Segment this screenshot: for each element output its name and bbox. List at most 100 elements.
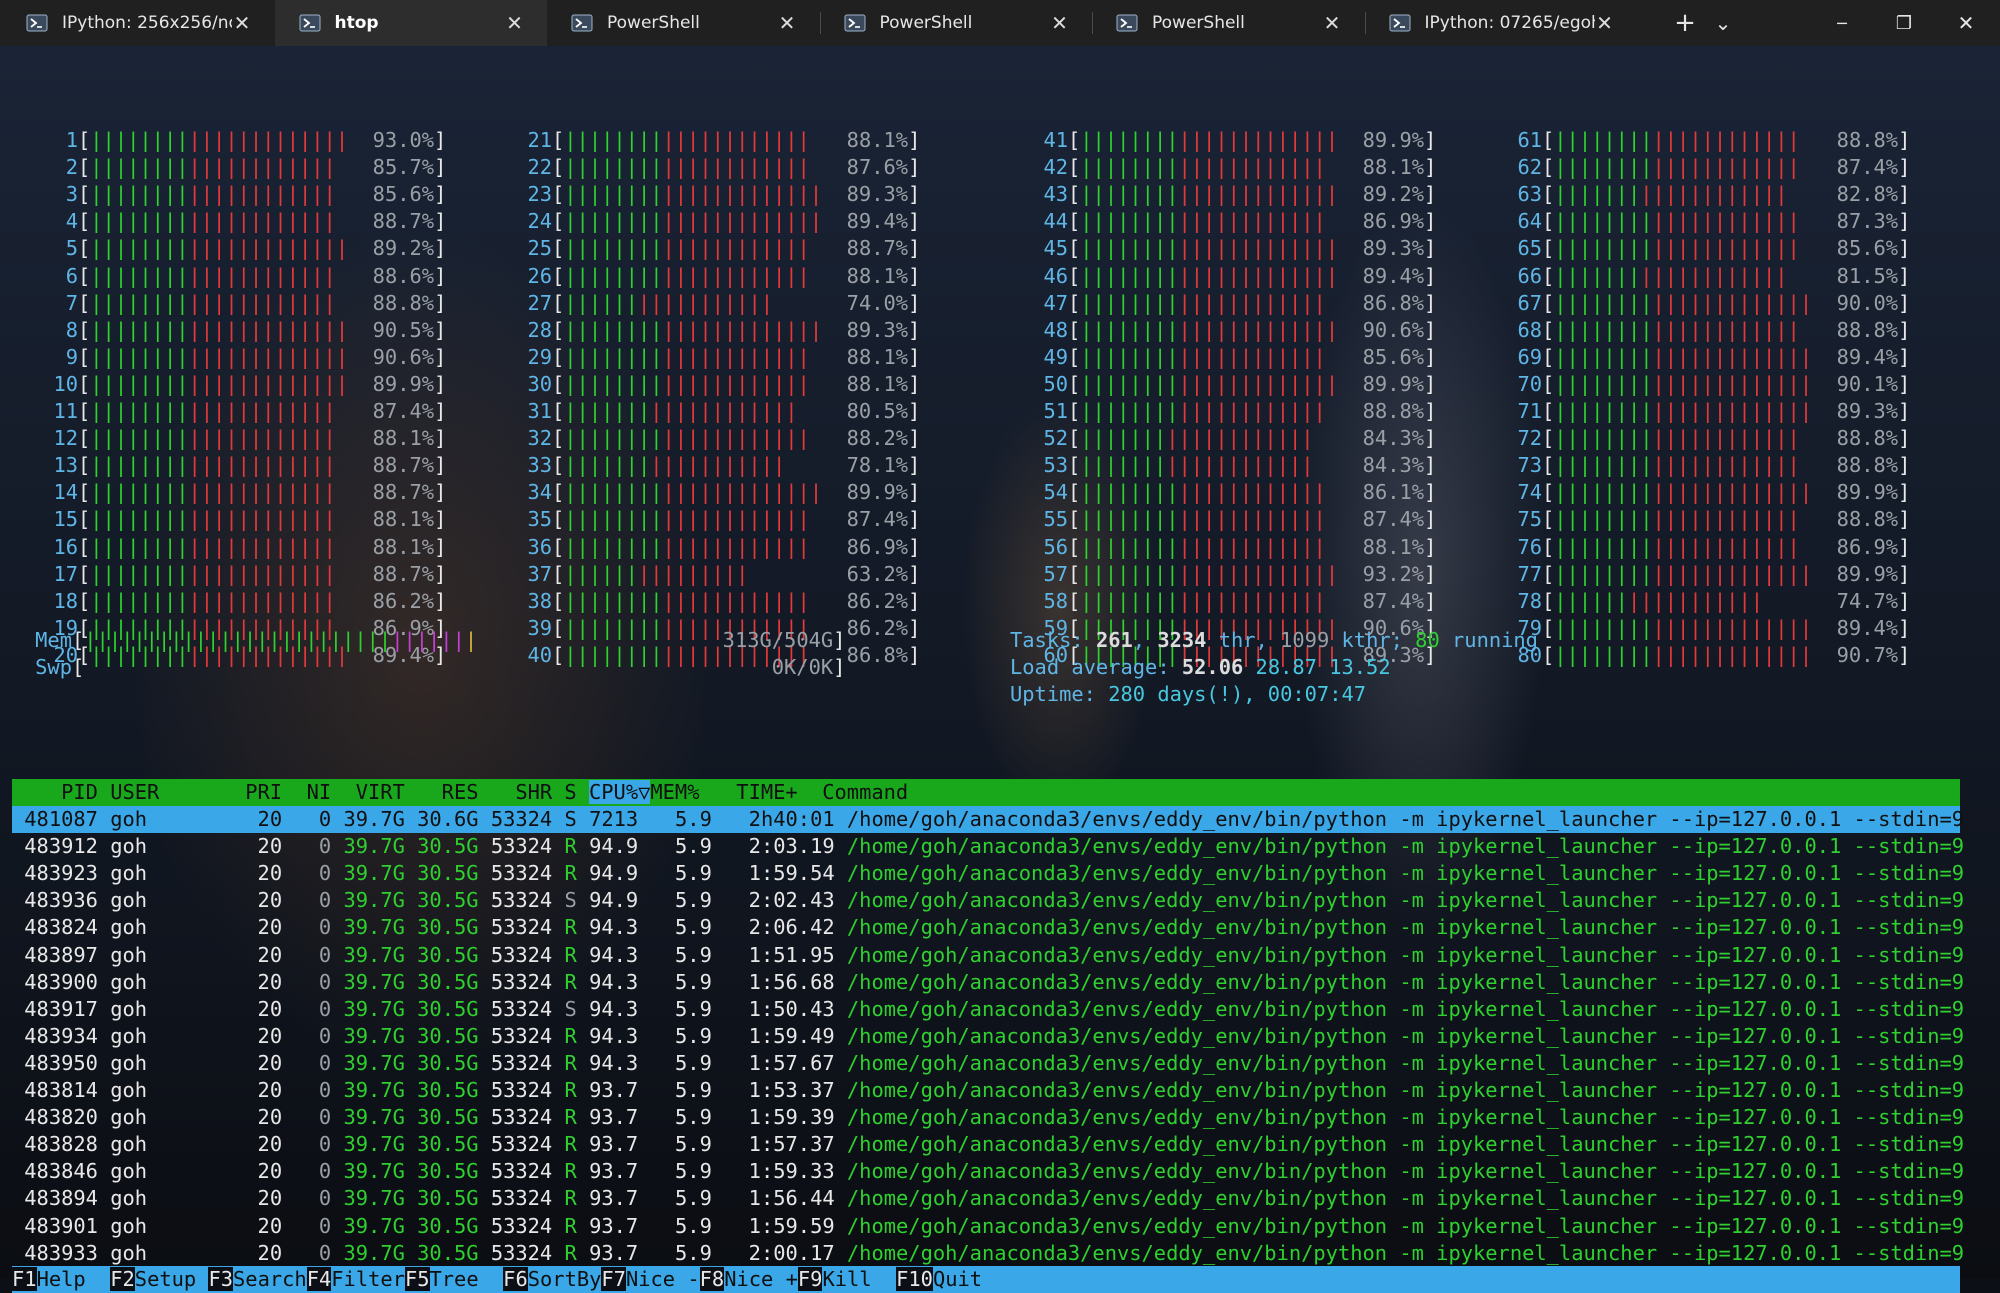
table-row[interactable]: 483897 goh 20 0 39.7G 30.5G 53324 R 94.3… bbox=[12, 942, 1964, 969]
fkey-label[interactable]: Nice + bbox=[724, 1267, 798, 1291]
fkey-label[interactable]: Filter bbox=[331, 1267, 405, 1291]
tab-1[interactable]: IPython: 256x256/not_c✕ bbox=[2, 0, 274, 46]
tab-separator bbox=[1364, 12, 1366, 34]
fkey-f7[interactable]: F7 bbox=[601, 1267, 626, 1291]
fkey-f1[interactable]: F1 bbox=[12, 1267, 37, 1291]
fkey-label[interactable]: Quit bbox=[933, 1267, 982, 1291]
table-row[interactable]: 483824 goh 20 0 39.7G 30.5G 53324 R 94.3… bbox=[12, 914, 1964, 941]
table-row[interactable]: 483901 goh 20 0 39.7G 30.5G 53324 R 93.7… bbox=[12, 1213, 1964, 1240]
fkey-label[interactable]: Search bbox=[233, 1267, 307, 1291]
cell-ni: 0 bbox=[294, 969, 344, 994]
cell-ni: 0 bbox=[294, 915, 344, 940]
table-row[interactable]: 481087 goh 20 0 39.7G 30.6G 53324 S 7213… bbox=[12, 806, 1964, 833]
bracket-close: ] bbox=[1898, 480, 1911, 505]
close-tab-icon[interactable]: ✕ bbox=[777, 11, 797, 35]
tab-dropdown-button[interactable]: ⌄ bbox=[1706, 0, 1740, 46]
fkey-label[interactable]: Help bbox=[37, 1267, 111, 1291]
close-tab-icon[interactable]: ✕ bbox=[1050, 11, 1070, 35]
bracket-open: [ bbox=[1068, 426, 1081, 451]
table-row[interactable]: 483934 goh 20 0 39.7G 30.5G 53324 R 94.3… bbox=[12, 1023, 1964, 1050]
table-row[interactable]: 483894 goh 20 0 39.7G 30.5G 53324 R 93.7… bbox=[12, 1185, 1964, 1212]
cpu-label: 47 bbox=[1043, 290, 1068, 315]
cell-cmd: /home/goh/anaconda3/envs/eddy_env/bin/py… bbox=[846, 1132, 1965, 1157]
cpu-bar: ||||||||||||||||||||| bbox=[564, 182, 823, 207]
bracket-close: ] bbox=[434, 344, 447, 369]
cell-res: 30.5G bbox=[417, 1050, 491, 1075]
close-tab-icon[interactable]: ✕ bbox=[232, 11, 252, 35]
cpu-meter-52: 52[||||||||||||||||||| 84.3%] bbox=[1002, 425, 1436, 452]
close-window-button[interactable]: ✕ bbox=[1938, 0, 1994, 46]
htop-terminal[interactable]: 1[||||||||||||||||||||| 93.0%] 2[||||||||… bbox=[0, 46, 2000, 1293]
cell-shr: 53324 bbox=[490, 1078, 565, 1102]
table-row[interactable]: 483936 goh 20 0 39.7G 30.5G 53324 S 94.9… bbox=[12, 887, 1964, 914]
table-row[interactable]: 483933 goh 20 0 39.7G 30.5G 53324 R 93.7… bbox=[12, 1240, 1964, 1267]
cell-s: R bbox=[564, 1186, 590, 1211]
table-row[interactable]: 483828 goh 20 0 39.7G 30.5G 53324 R 93.7… bbox=[12, 1131, 1964, 1158]
bracket-open: [ bbox=[1068, 371, 1081, 396]
bracket-open: [ bbox=[1542, 317, 1555, 342]
cell-s: R bbox=[564, 1105, 590, 1130]
fkey-f9[interactable]: F9 bbox=[797, 1267, 823, 1291]
fkey-label[interactable]: Setup bbox=[135, 1267, 209, 1291]
minimize-button[interactable]: ─ bbox=[1814, 0, 1870, 46]
cell-user: goh bbox=[110, 1186, 233, 1211]
cell-cpu: 94.3 bbox=[589, 996, 663, 1021]
bracket-close: ] bbox=[1898, 128, 1911, 152]
memory-value: 313G/504G bbox=[722, 628, 834, 652]
tab-2[interactable]: htop ✕ bbox=[274, 0, 547, 46]
cpu-meter-65: 65[|||||||||||||||||||| 85.6%] bbox=[1476, 235, 1910, 262]
cpu-percent: 90.6% bbox=[1362, 317, 1425, 342]
sort-column-cpu[interactable]: CPU%▽ bbox=[588, 780, 651, 804]
fkey-label[interactable]: Nice - bbox=[626, 1267, 700, 1291]
close-tab-icon[interactable]: ✕ bbox=[1595, 11, 1615, 35]
cell-virt: 39.7G bbox=[343, 834, 418, 859]
fkey-f5[interactable]: F5 bbox=[404, 1267, 430, 1291]
cpu-meter-21: 21[|||||||||||||||||||| 88.1%] bbox=[486, 127, 920, 154]
fkey-label[interactable]: Tree bbox=[430, 1267, 504, 1291]
tab-5[interactable]: PowerShell ✕ bbox=[1092, 0, 1364, 46]
cpu-meter-61: 61[|||||||||||||||||||| 88.8%] bbox=[1476, 127, 1910, 154]
bracket-close: ] bbox=[1898, 426, 1911, 451]
cpu-percent: 90.1% bbox=[1836, 371, 1899, 396]
fkey-f4[interactable]: F4 bbox=[306, 1267, 332, 1291]
cell-shr: 53324 bbox=[490, 807, 565, 831]
table-row[interactable]: 483820 goh 20 0 39.7G 30.5G 53324 R 93.7… bbox=[12, 1104, 1964, 1131]
fkey-label[interactable]: SortBy bbox=[528, 1267, 602, 1291]
cell-cmd: /home/goh/anaconda3/envs/eddy_env/bin/py… bbox=[846, 1078, 1965, 1102]
tab-4[interactable]: PowerShell ✕ bbox=[820, 0, 1092, 46]
table-row[interactable]: 483923 goh 20 0 39.7G 30.5G 53324 R 94.9… bbox=[12, 860, 1964, 887]
cpu-meter-37: 37[||||||||||||||| 63.2%] bbox=[486, 561, 920, 588]
bracket-close: ] bbox=[1898, 615, 1911, 640]
table-row[interactable]: 483912 goh 20 0 39.7G 30.5G 53324 R 94.9… bbox=[12, 833, 1964, 860]
cpu-bar: ||||||||||||||||| bbox=[1554, 588, 1763, 613]
bracket-close: ] bbox=[1898, 453, 1911, 478]
tab-3[interactable]: PowerShell ✕ bbox=[547, 0, 819, 46]
cpu-meter-9: 9[||||||||||||||||||||| 90.6%] bbox=[12, 344, 447, 371]
fkey-f2[interactable]: F2 bbox=[110, 1267, 135, 1291]
table-row[interactable]: 483814 goh 20 0 39.7G 30.5G 53324 R 93.7… bbox=[12, 1077, 1964, 1104]
cell-cpu: 93.7 bbox=[589, 1159, 663, 1184]
restore-button[interactable]: ❐ bbox=[1876, 0, 1932, 46]
table-row[interactable]: 483917 goh 20 0 39.7G 30.5G 53324 S 94.3… bbox=[12, 996, 1964, 1023]
header-columns-left[interactable]: PID USER PRI NI VIRT RES SHR S bbox=[12, 780, 589, 804]
fkey-f8[interactable]: F8 bbox=[699, 1267, 725, 1291]
cpu-meter-7: 7[|||||||||||||||||||| 88.8%] bbox=[12, 290, 447, 317]
cpu-percent: 87.4% bbox=[1362, 588, 1425, 613]
header-columns-right[interactable]: MEM% TIME+ Command bbox=[650, 780, 908, 804]
tab-6[interactable]: IPython: 07265/egoh ✕ bbox=[1365, 0, 1637, 46]
table-row[interactable]: 483950 goh 20 0 39.7G 30.5G 53324 R 94.3… bbox=[12, 1050, 1964, 1077]
process-table-header[interactable]: PID USER PRI NI VIRT RES SHR S CPU%▽MEM%… bbox=[12, 779, 1960, 806]
cell-ni: 0 bbox=[294, 1159, 344, 1184]
fkey-label[interactable]: Kill bbox=[822, 1267, 896, 1291]
table-row[interactable]: 483900 goh 20 0 39.7G 30.5G 53324 R 94.3… bbox=[12, 969, 1964, 996]
bracket-open: [ bbox=[78, 426, 91, 451]
fkey-f3[interactable]: F3 bbox=[208, 1267, 234, 1291]
fkey-f10[interactable]: F10 bbox=[896, 1267, 933, 1291]
close-tab-icon[interactable]: ✕ bbox=[505, 11, 525, 35]
table-row[interactable]: 483846 goh 20 0 39.7G 30.5G 53324 R 93.7… bbox=[12, 1158, 1964, 1185]
fkey-f6[interactable]: F6 bbox=[503, 1267, 528, 1291]
bracket-close: ] bbox=[1424, 290, 1437, 315]
new-tab-button[interactable]: + bbox=[1664, 0, 1706, 46]
close-tab-icon[interactable]: ✕ bbox=[1322, 11, 1342, 35]
minimize-icon: ─ bbox=[1837, 13, 1847, 33]
